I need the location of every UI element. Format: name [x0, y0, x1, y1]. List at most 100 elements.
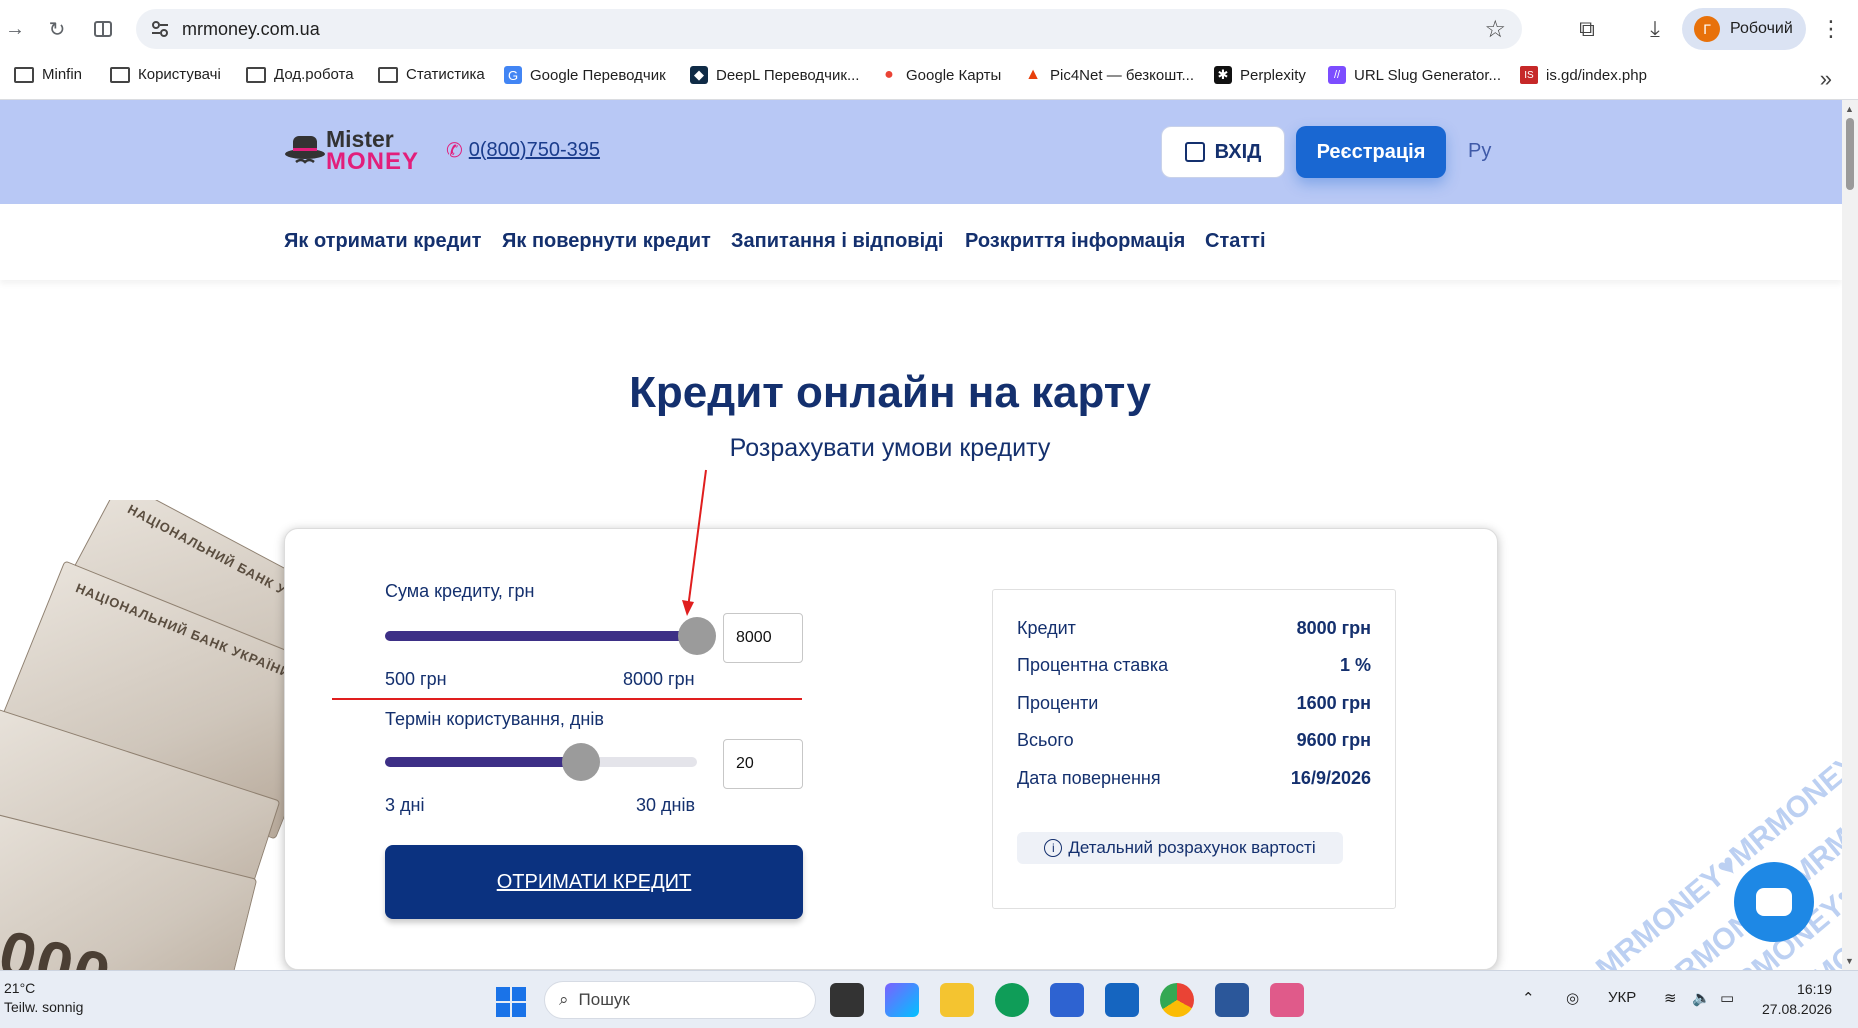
profile-button[interactable]: Г Робочий — [1682, 8, 1806, 50]
taskbar: 21°C Teilw. sonnig ⌕ Пошук ⌃ ◎ УКР ≋ 🔈 ▭… — [0, 970, 1858, 1028]
bookmark-item[interactable]: ◆ DeepL Переводчик... — [690, 66, 859, 84]
bookmark-item[interactable]: ▲ Pic4Net — безкошт... — [1024, 66, 1194, 84]
address-bar[interactable]: mrmoney.com.ua ☆ — [136, 9, 1522, 49]
summary-row: Процентна ставка 1 % — [1017, 655, 1371, 675]
chat-icon — [1756, 888, 1792, 916]
nav-disclosure[interactable]: Розкриття інформація — [965, 230, 1185, 253]
amount-max-label: 8000 грн — [623, 669, 695, 689]
battery-icon[interactable]: ▭ — [1720, 989, 1734, 1007]
bookmark-item[interactable]: Користувачі — [110, 66, 221, 83]
register-button[interactable]: Реєстрація — [1296, 126, 1446, 178]
amount-slider-handle[interactable] — [678, 617, 716, 655]
amount-slider-fill — [385, 631, 697, 641]
annotation-underline — [332, 698, 802, 700]
phone-icon: ✆ — [446, 140, 463, 162]
split-view-icon[interactable] — [88, 14, 118, 44]
annotation-arrow-icon — [682, 469, 707, 616]
outlook-icon[interactable] — [1105, 983, 1139, 1017]
summary-row: Дата повернення 16/9/2026 — [1017, 768, 1371, 788]
summary-row: Всього 9600 грн — [1017, 730, 1371, 750]
phone-link[interactable]: ✆ 0(800)750-395 — [446, 138, 600, 163]
detailed-calculation-link[interactable]: i Детальний розрахунок вартості — [1017, 832, 1343, 864]
google-translate-icon: G — [504, 66, 522, 84]
amount-input[interactable] — [723, 613, 803, 663]
tray-chevron-icon[interactable]: ⌃ — [1522, 989, 1535, 1007]
download-icon[interactable]: ⤓ — [1640, 14, 1670, 44]
summary-row: Проценти 1600 грн — [1017, 693, 1371, 713]
nav-faq[interactable]: Запитання і відповіді — [731, 230, 943, 253]
bookmark-star-icon[interactable]: ☆ — [1484, 15, 1506, 44]
login-icon — [1184, 142, 1205, 162]
volume-icon[interactable]: 🔈 — [1692, 989, 1711, 1007]
term-slider-handle[interactable] — [562, 743, 601, 781]
bookmark-item[interactable]: ● Google Карты — [880, 66, 1001, 84]
term-slider[interactable] — [385, 743, 697, 781]
amount-min-label: 500 грн — [385, 669, 447, 689]
term-input[interactable] — [723, 739, 803, 789]
weather-widget[interactable]: 21°C Teilw. sonnig — [4, 979, 83, 1017]
system-clock[interactable]: 16:19 27.08.2026 — [1762, 979, 1832, 1019]
summary-row: Кредит 8000 грн — [1017, 618, 1371, 638]
folder-icon — [14, 66, 34, 83]
forward-icon[interactable]: → — [0, 14, 30, 44]
bookmark-item[interactable]: Статистика — [378, 66, 485, 83]
taskbar-search[interactable]: ⌕ Пошук — [544, 981, 816, 1019]
amount-label: Сума кредиту, грн — [385, 581, 535, 601]
site-header: Mister MONEY ✆ 0(800)750-395 ВХІД Реєстр… — [0, 100, 1842, 204]
more-bookmarks-icon[interactable]: » — [1820, 66, 1832, 92]
start-windows-icon[interactable] — [496, 987, 526, 1017]
bookmark-item[interactable]: IS is.gd/index.php — [1520, 66, 1647, 84]
wifi-icon[interactable]: ≋ — [1664, 989, 1677, 1007]
folder-icon — [378, 66, 398, 83]
input-language[interactable]: УКР — [1608, 989, 1636, 1006]
profile-name: Робочий — [1730, 20, 1793, 37]
deepl-icon: ◆ — [690, 66, 708, 84]
nav-how-to-repay[interactable]: Як повернути кредит — [502, 230, 711, 253]
language-switch[interactable]: Ру — [1468, 140, 1491, 163]
m365-icon[interactable] — [885, 983, 919, 1017]
page-viewport: Mister MONEY ✆ 0(800)750-395 ВХІД Реєстр… — [0, 100, 1842, 970]
reload-icon[interactable]: ↻ — [42, 14, 72, 44]
docs-icon[interactable] — [1215, 983, 1249, 1017]
network-status-icon[interactable]: ◎ — [1566, 989, 1579, 1007]
scrollbar-thumb[interactable] — [1846, 118, 1854, 190]
edge-icon[interactable] — [995, 983, 1029, 1017]
page-scrollbar[interactable]: ▲ ▼ — [1842, 100, 1858, 970]
scroll-up-icon[interactable]: ▲ — [1845, 104, 1854, 114]
site-nav: Як отримати кредит Як повернути кредит З… — [0, 204, 1842, 280]
phone-number[interactable]: 0(800)750-395 — [469, 139, 600, 162]
amount-slider[interactable] — [385, 617, 716, 655]
bookmark-item[interactable]: //URL Slug Generator... — [1328, 66, 1501, 84]
avatar: Г — [1694, 16, 1720, 42]
browser-menu-icon[interactable]: ⋮ — [1820, 16, 1842, 42]
bookmarks-bar: Minfin Користувачі Дод.робота Статистика… — [0, 58, 1858, 100]
credit-calculator: Сума кредиту, грн 500 грн 8000 грн Термі… — [284, 528, 1498, 970]
login-button[interactable]: ВХІД — [1161, 126, 1285, 178]
pic4net-icon: ▲ — [1025, 66, 1041, 83]
nav-articles[interactable]: Статті — [1205, 230, 1266, 253]
bookmark-item[interactable]: Minfin — [14, 66, 82, 83]
credit-summary: Кредит 8000 грн Процентна ставка 1 % Проце… — [992, 589, 1396, 909]
snipping-tool-icon[interactable] — [1270, 983, 1304, 1017]
chrome-icon[interactable] — [1160, 983, 1194, 1017]
extensions-icon[interactable]: ⧉ — [1572, 14, 1602, 44]
browser-toolbar: → ↻ mrmoney.com.ua ☆ ⧉ ⤓ Г Робочий ⋮ — [0, 0, 1858, 58]
file-explorer-icon[interactable] — [940, 983, 974, 1017]
nav-how-to-get[interactable]: Як отримати кредит — [284, 230, 481, 253]
banknotes-image: НАЦІОНАЛЬНИЙ БАНК УКРАЇНИ НАЦІОНАЛЬНИЙ Б… — [0, 500, 290, 970]
bookmark-item[interactable]: Дод.робота — [246, 66, 354, 83]
hat-logo-icon — [285, 136, 325, 164]
chat-widget-button[interactable] — [1734, 862, 1814, 942]
site-settings-icon[interactable] — [150, 19, 170, 39]
task-view-icon[interactable] — [830, 983, 864, 1017]
bookmark-item[interactable]: ✱ Perplexity — [1214, 66, 1306, 84]
bookmark-item[interactable]: G Google Переводчик — [504, 66, 666, 84]
scroll-down-icon[interactable]: ▼ — [1845, 956, 1854, 966]
store-icon[interactable] — [1050, 983, 1084, 1017]
info-icon: i — [1044, 839, 1063, 857]
url-text[interactable]: mrmoney.com.ua — [182, 19, 320, 40]
site-logo[interactable]: Mister MONEY — [284, 126, 418, 178]
term-min-label: 3 дні — [385, 795, 425, 815]
url-slug-icon: // — [1328, 66, 1346, 84]
get-credit-button[interactable]: ОТРИМАТИ КРЕДИТ — [385, 845, 803, 919]
